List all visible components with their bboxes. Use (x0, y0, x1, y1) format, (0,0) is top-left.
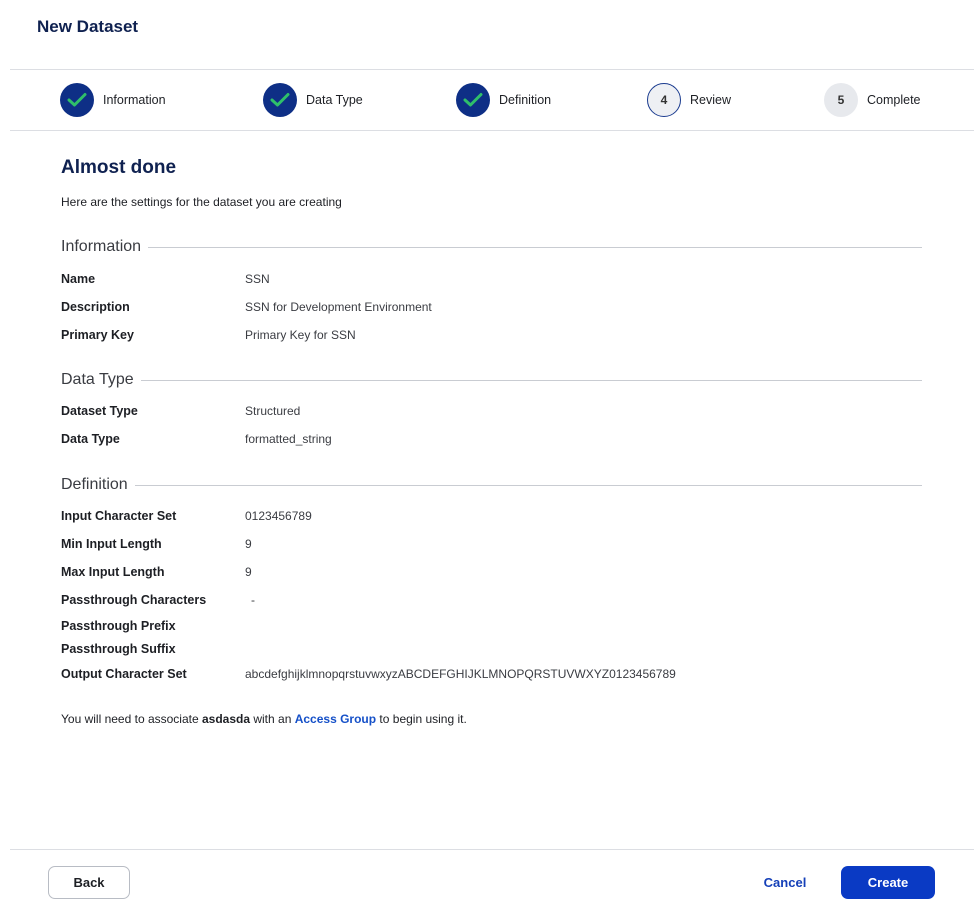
field-value: Primary Key for SSN (245, 328, 356, 342)
page-title: New Dataset (37, 17, 139, 36)
field-label: Input Character Set (61, 509, 177, 523)
field-value: Structured (245, 404, 301, 418)
note-text: to begin using it. (376, 712, 467, 726)
step-label: Definition (499, 93, 552, 107)
step-complete: 5 Complete (824, 83, 921, 117)
step-number: 4 (647, 83, 681, 117)
create-button[interactable]: Create (841, 866, 935, 899)
field-value: 9 (245, 537, 252, 551)
field-label: Max Input Length (61, 565, 165, 579)
section-definition: Definition (61, 476, 922, 494)
field-label: Data Type (61, 432, 120, 446)
step-label: Complete (867, 93, 921, 107)
section-data-type: Data Type (61, 371, 922, 389)
step-data-type: Data Type (263, 83, 363, 117)
back-button[interactable]: Back (48, 866, 130, 899)
review-subtext: Here are the settings for the dataset yo… (61, 195, 342, 209)
cancel-button[interactable]: Cancel (745, 866, 825, 899)
step-label: Review (690, 93, 731, 107)
field-label: Output Character Set (61, 667, 187, 681)
section-title: Information (61, 238, 142, 255)
field-value: 9 (245, 565, 252, 579)
field-value: 0123456789 (245, 509, 312, 523)
field-label: Description (61, 300, 130, 314)
section-title: Data Type (61, 371, 134, 388)
section-divider (148, 246, 922, 248)
section-information: Information (61, 238, 922, 256)
step-label: Information (103, 93, 166, 107)
note-text: You will need to associate (61, 712, 202, 726)
field-value: SSN (245, 272, 270, 286)
access-group-note: You will need to associate asdasda with … (61, 712, 467, 726)
step-definition: Definition (456, 83, 551, 117)
field-value: abcdefghijklmnopqrstuvwxyzABCDEFGHIJKLMN… (245, 667, 676, 681)
note-text: with an (250, 712, 295, 726)
review-heading: Almost done (61, 157, 177, 178)
section-divider (140, 379, 922, 381)
step-review: 4 Review (647, 83, 731, 117)
check-icon (60, 83, 94, 117)
check-icon (456, 83, 490, 117)
field-value: SSN for Development Environment (245, 300, 432, 314)
section-divider (134, 484, 922, 486)
field-label: Primary Key (61, 328, 134, 342)
field-label: Dataset Type (61, 404, 138, 418)
field-value: formatted_string (245, 432, 332, 446)
step-label: Data Type (306, 93, 363, 107)
field-label: Name (61, 272, 96, 286)
access-group-link[interactable]: Access Group (295, 712, 376, 726)
field-label: Passthrough Suffix (61, 642, 176, 656)
dataset-name: asdasda (201, 712, 251, 726)
step-information: Information (60, 83, 166, 117)
check-icon (263, 83, 297, 117)
step-number: 5 (824, 83, 858, 117)
field-value: - (251, 593, 255, 607)
footer-divider (10, 849, 974, 850)
field-label: Min Input Length (61, 537, 162, 551)
section-title: Definition (61, 476, 128, 493)
field-label: Passthrough Prefix (61, 619, 176, 633)
field-label: Passthrough Characters (61, 593, 207, 607)
header-divider (10, 69, 974, 70)
stepper-divider (10, 130, 974, 131)
